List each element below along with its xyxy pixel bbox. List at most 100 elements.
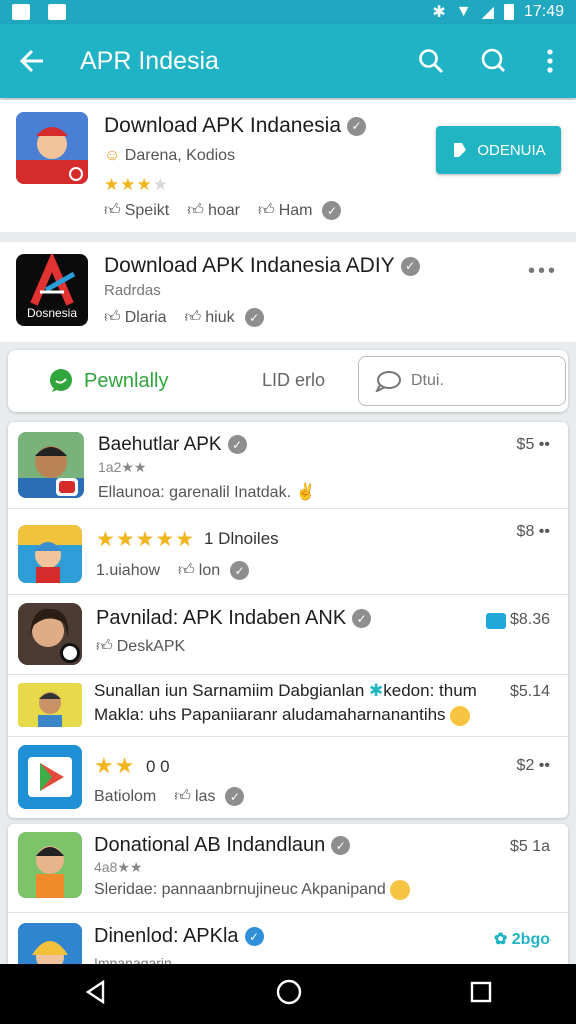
thumb-up-icon: 👍︎ <box>187 202 204 219</box>
sparkle-icon: ✱ <box>369 681 384 700</box>
star-rating: ★★★★ <box>104 175 169 194</box>
tab-popular[interactable]: Pewnlally <box>48 368 168 394</box>
list-item[interactable]: Pavnilad: APK Indaben ANK ✓ 👍︎ DeskAPK $8.… <box>8 594 568 674</box>
app-icon <box>18 603 82 665</box>
more-horiz-icon[interactable]: ••• <box>528 260 558 283</box>
verified-check-icon: ✓ <box>227 435 247 455</box>
meta-item[interactable]: 👍︎ Ham ✓ <box>258 201 342 220</box>
page-title: APR Indesia <box>80 46 219 75</box>
second-app-card[interactable]: Dosnesia Download APK Indanesia ADIY ✓ Ra… <box>0 242 576 342</box>
nav-back-button[interactable] <box>83 979 109 1010</box>
tab-label: Pewnlally <box>84 369 169 392</box>
play-store-icon <box>18 745 82 809</box>
meta-item[interactable]: 👍︎ las ✓ <box>174 787 245 806</box>
app-title-line: Sunallan iun Sarnamiim Dabgianlan ✱kedon… <box>94 681 477 700</box>
verified-check-icon: ✓ <box>225 787 245 806</box>
second-meta: 👍︎ Dlaria 👍︎ hiuk ✓ <box>104 308 264 327</box>
thumb-up-icon: 👍︎ <box>96 638 113 655</box>
rating-count: 1 Dlnoiles <box>204 529 279 548</box>
rating-text: 1a2★★ <box>98 459 147 475</box>
square-recents-icon <box>470 981 492 1002</box>
meta-item[interactable]: 👍︎ Dlaria <box>104 308 167 327</box>
kid-avatar-icon <box>18 832 82 898</box>
app-icon <box>18 432 84 498</box>
featured-app-card[interactable]: Download APK Indanesia ✓ ☺ Darena, Kodios… <box>0 100 576 232</box>
verified-check-icon: ✓ <box>230 561 250 580</box>
meta-item[interactable]: 👍︎ hoar <box>187 201 240 220</box>
list-item[interactable]: Sunallan iun Sarnamiim Dabgianlan ✱kedon… <box>8 674 568 736</box>
boy-avatar-icon <box>16 112 88 184</box>
meta-item[interactable]: 👍︎ Speikt <box>104 201 169 220</box>
verified-check-icon: ✓ <box>322 201 342 220</box>
back-arrow-icon <box>19 49 43 73</box>
icon-label: Dosnesia <box>26 306 78 320</box>
play-icon <box>454 143 467 157</box>
price: $2 •• <box>516 757 550 774</box>
woman-avatar-icon <box>18 603 82 665</box>
list-item[interactable]: ★★★★★ 1 Dlnoiles 1.uiahow 👍︎ lon ✓ $8 •• <box>8 508 568 594</box>
meta-item[interactable]: 👍︎ lon ✓ <box>178 561 250 580</box>
verified-check-icon: ✓ <box>244 308 264 327</box>
nav-home-button[interactable] <box>275 978 303 1011</box>
download-button[interactable]: ODENUIA <box>436 126 561 174</box>
app-icon: Dosnesia <box>16 254 88 326</box>
price: $5 •• <box>516 436 550 453</box>
app-notification-icon <box>48 4 66 20</box>
price: ✿ 2bgo <box>493 931 550 948</box>
signal-icon: ◢ <box>481 4 494 21</box>
meta-item[interactable]: 👍︎ hiuk ✓ <box>185 308 264 327</box>
meta-item: 1.uiahow <box>96 561 161 579</box>
nav-recents-button[interactable] <box>469 980 493 1009</box>
thumb-up-icon: 👍︎ <box>174 788 191 805</box>
status-bar: ✱ ▼ ◢ 17:49 <box>0 0 576 24</box>
featured-meta: 👍︎ Speikt 👍︎ hoar 👍︎ Ham ✓ <box>104 201 342 220</box>
navigation-bar <box>0 964 576 1024</box>
smiley-icon <box>390 880 411 900</box>
app-name: Download APK Indanesia ADIY ✓ <box>104 254 420 278</box>
back-button[interactable] <box>0 24 64 98</box>
star-rating: ★★ <box>94 753 136 778</box>
list-item[interactable]: ★★ 0 0 Batiolom 👍︎ las ✓ $2 •• <box>8 736 568 818</box>
tab-middle[interactable]: LID erlo <box>262 370 325 391</box>
app-description: Makla: uhs Papaniiaranr aludamaharnanant… <box>94 705 471 726</box>
app-subtitle: Radrdas <box>104 282 161 299</box>
battery-icon <box>503 4 514 20</box>
list-item[interactable]: Baehutlar APK ✓ 1a2★★ Ellaunoa: garenalil… <box>8 422 568 508</box>
star-rating: ★★★★★ <box>96 528 196 551</box>
row-meta: 👍︎ DeskAPK <box>96 637 185 656</box>
search-alt-icon <box>481 48 505 72</box>
list-item[interactable]: Donational AB Indandlaun ✓ 4a8★★ Sleridae… <box>8 824 568 912</box>
rating-count: 0 0 <box>146 757 170 776</box>
search-field[interactable]: Dtui. <box>358 356 566 406</box>
price: $5.14 <box>509 683 550 700</box>
thumb-icon: ✌ <box>295 484 316 501</box>
meta-item[interactable]: 👍︎ DeskAPK <box>96 637 185 656</box>
notification-icon <box>12 4 30 20</box>
circle-home-icon <box>276 979 302 1004</box>
smiley-icon <box>450 705 471 726</box>
gear-badge-icon: ✿ <box>493 931 512 948</box>
app-name: Donational AB Indandlaun ✓ <box>94 834 351 857</box>
verified-check-icon: ✓ <box>347 116 366 136</box>
price: $8 •• <box>516 523 550 540</box>
filter-tabs: Pewnlally LID erlo Dtui. <box>8 350 568 412</box>
comment-icon <box>375 371 401 392</box>
developer-name: ☺ Darena, Kodios <box>104 147 236 164</box>
boy-avatar-icon <box>18 683 82 727</box>
search-button[interactable] <box>400 24 462 98</box>
badge-icon <box>486 613 506 629</box>
clock: 17:49 <box>523 3 564 20</box>
man-avatar-icon <box>18 432 84 498</box>
app-name: Dinenlod: APKla ✓ <box>94 925 264 948</box>
app-bar: APR Indesia <box>0 24 576 98</box>
overflow-menu-button[interactable] <box>524 24 576 98</box>
thumb-up-icon: 👍︎ <box>104 309 121 326</box>
triangle-back-icon <box>85 979 105 1004</box>
app-icon <box>18 832 82 898</box>
row-meta: Batiolom 👍︎ las ✓ <box>94 787 245 806</box>
search-alt-button[interactable] <box>462 24 524 98</box>
price: $8.36 <box>509 611 550 628</box>
app-list-2: Donational AB Indandlaun ✓ 4a8★★ Sleridae… <box>8 824 568 985</box>
download-label: ODENUIA <box>477 141 546 159</box>
app-icon <box>18 525 82 583</box>
